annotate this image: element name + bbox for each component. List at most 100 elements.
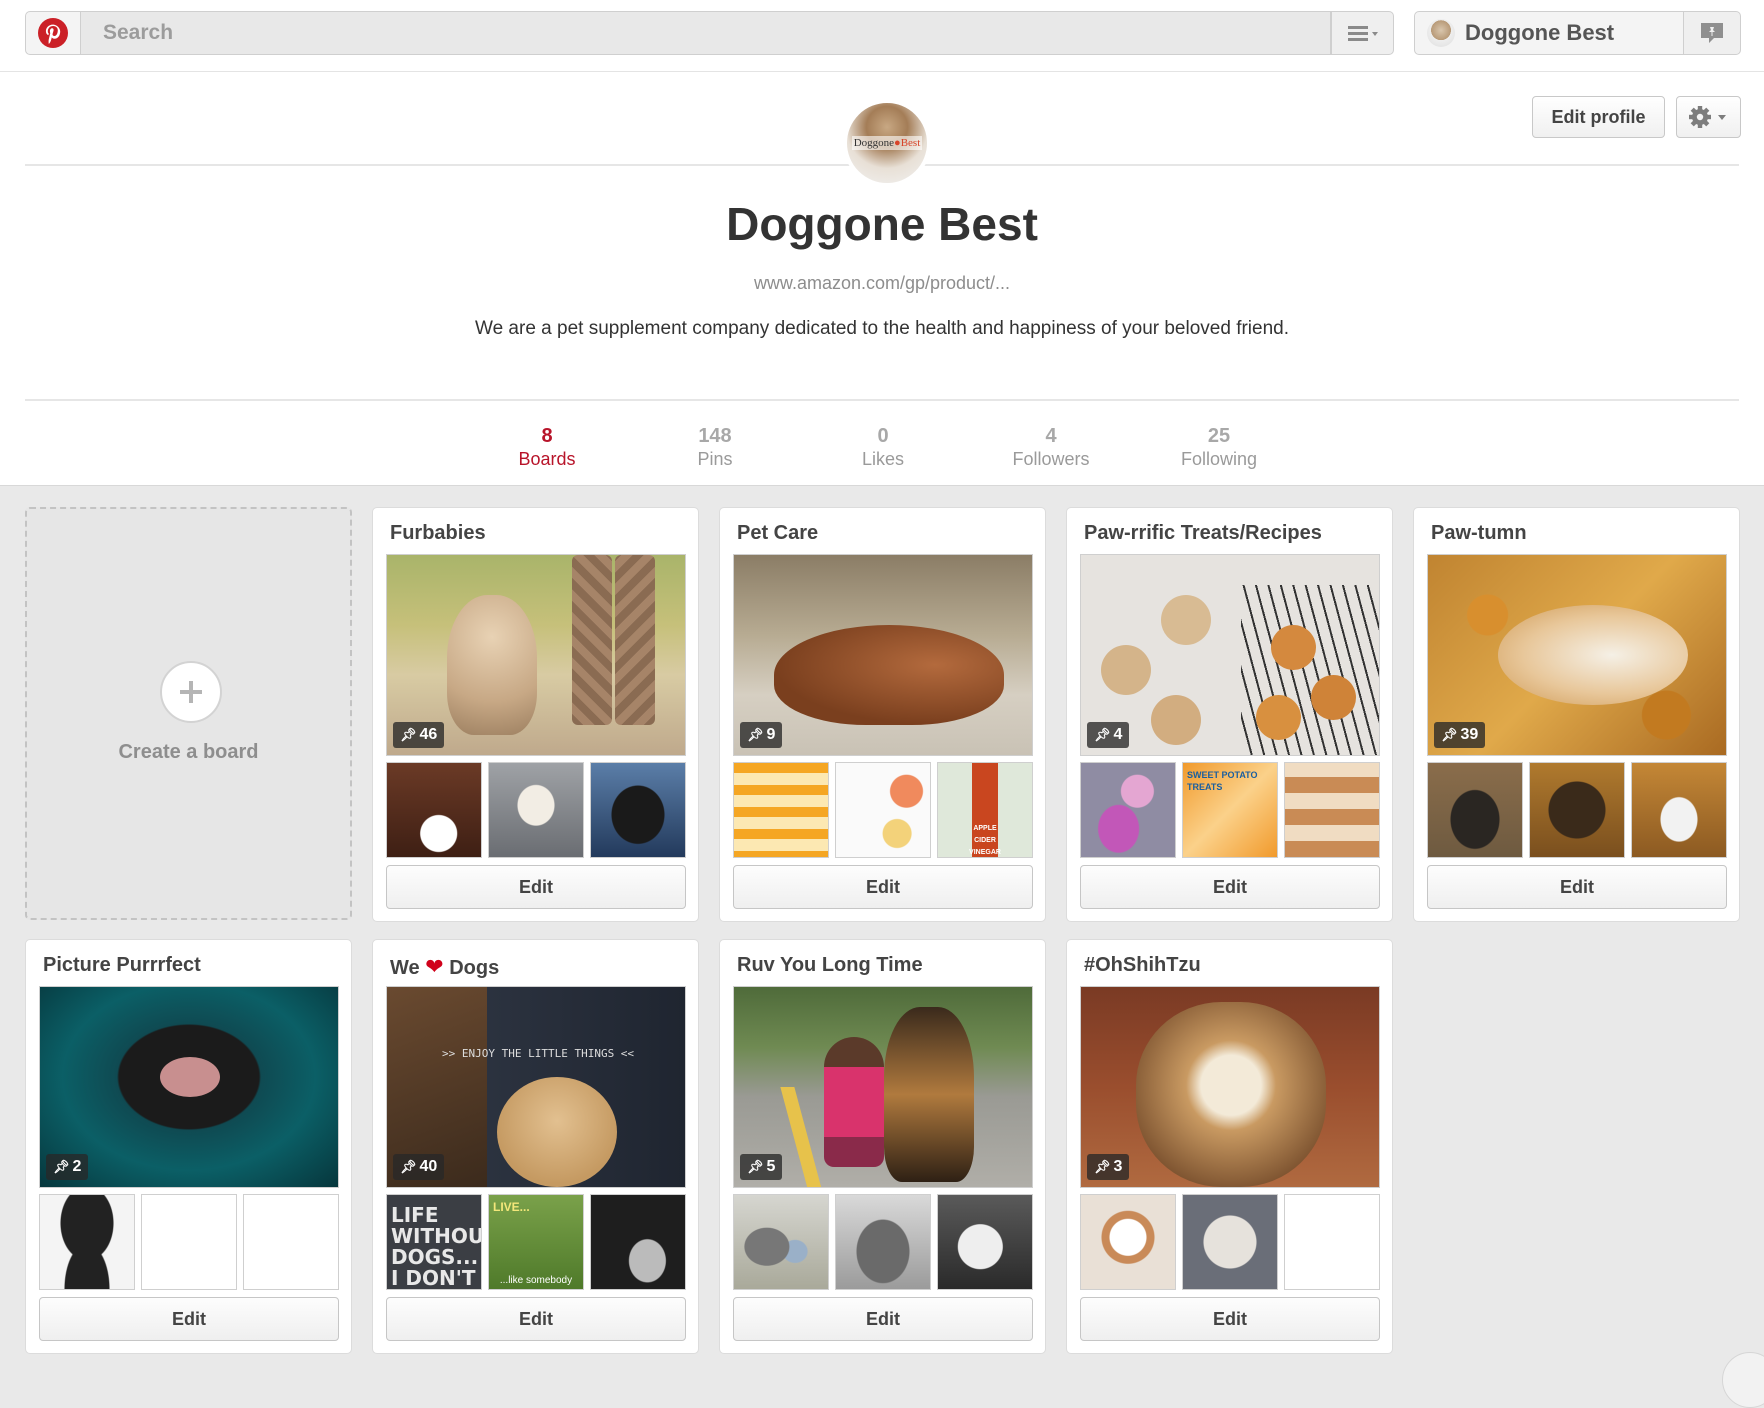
board-thumbnail[interactable] [1631,762,1727,858]
tab-boards[interactable]: 8 Boards [477,424,617,470]
edit-board-button[interactable]: Edit [386,865,686,909]
board-thumbnail[interactable] [835,762,931,858]
pin-count-badge: 📌︎ 40 [393,1154,445,1180]
board-card-furbabies: Furbabies 📌︎ 46 Edit [372,507,699,922]
profile-website-link[interactable]: www.amazon.com/gp/product/... [0,273,1764,294]
plus-icon [180,681,202,703]
avatar-text: Doggone [853,137,895,149]
board-title[interactable]: We ❤ Dogs [390,954,499,980]
board-thumbnail[interactable] [39,1194,135,1290]
edit-board-button[interactable]: Edit [733,1297,1033,1341]
board-thumbnail[interactable] [590,1194,686,1290]
tab-pins[interactable]: 148 Pins [645,424,785,470]
board-title[interactable]: Paw-rrific Treats/Recipes [1084,522,1322,545]
search-input[interactable] [81,12,1330,54]
likes-label: Likes [861,449,905,469]
edit-board-button[interactable]: Edit [1080,865,1380,909]
board-thumbnail-empty [141,1194,237,1290]
board-card-we-love-dogs: We ❤ Dogs >> ENJOY THE LITTLE THINGS << … [372,939,699,1354]
board-thumbnail[interactable] [590,762,686,858]
following-label: Following [1180,449,1258,469]
divider [25,399,1739,401]
edit-board-button[interactable]: Edit [1080,1297,1380,1341]
board-thumbnail[interactable] [733,762,829,858]
thumbnail-text: ...like somebody [499,1275,573,1286]
settings-button[interactable] [1676,96,1741,138]
board-cover-image[interactable]: 📌︎ 46 [386,554,686,756]
board-thumbnail[interactable] [1427,762,1523,858]
board-thumbnail[interactable] [488,762,584,858]
board-cover-image[interactable]: 📌︎ 39 [1427,554,1727,756]
edit-board-button[interactable]: Edit [386,1297,686,1341]
board-thumbnail[interactable] [1080,762,1176,858]
edit-board-button[interactable]: Edit [39,1297,339,1341]
pin-count: 46 [419,726,438,743]
board-thumbnail[interactable] [835,1194,931,1290]
create-board-card[interactable]: Create a board [25,507,352,920]
pin-count-badge: 📌︎ 3 [1087,1154,1130,1180]
edit-board-button[interactable]: Edit [733,865,1033,909]
board-cover-image[interactable]: >> ENJOY THE LITTLE THINGS << 📌︎ 40 [386,986,686,1188]
pin-icon: 📌︎ [400,1159,417,1174]
pin-count: 3 [1113,1158,1123,1175]
pinterest-logo-icon [38,18,68,48]
board-cover-image[interactable]: 📌︎ 2 [39,986,339,1188]
followers-label: Followers [1012,449,1090,469]
edit-board-button[interactable]: Edit [1427,865,1727,909]
pin-icon: 📌︎ [53,1159,70,1174]
board-thumbnail[interactable] [1182,1194,1278,1290]
board-title[interactable]: Pet Care [737,522,818,545]
board-thumbnail[interactable] [1080,1194,1176,1290]
top-navigation-bar: Doggone Best [0,0,1764,72]
board-title[interactable]: Paw-tumn [1431,522,1527,545]
pin-count: 2 [72,1158,82,1175]
thumbnail-text: SWEET POTATO TREATS [1187,770,1258,792]
profile-avatar: Doggone●Best [843,99,931,187]
search-bar [81,11,1331,55]
add-board-button[interactable] [160,661,222,723]
board-title[interactable]: Picture Purrrfect [43,954,201,977]
board-card-paw-rrific-treats: Paw-rrific Treats/Recipes 📌︎ 4 SWEET POTA… [1066,507,1393,922]
board-thumbnail[interactable]: SWEET POTATO TREATS [1182,762,1278,858]
board-thumbnail-empty [1284,1194,1380,1290]
pin-icon: 📌︎ [747,727,764,742]
board-cover-image[interactable]: 📌︎ 9 [733,554,1033,756]
categories-menu-button[interactable] [1331,11,1394,55]
tab-following[interactable]: 25 Following [1149,424,1289,470]
board-thumbnail[interactable]: LIVE... ...like somebody [488,1194,584,1290]
board-title[interactable]: #OhShihTzu [1084,954,1201,977]
board-thumbnail[interactable]: APPLE CIDER VINEGAR [937,762,1033,858]
board-cover-image[interactable]: 📌︎ 3 [1080,986,1380,1188]
board-title[interactable]: Furbabies [390,522,486,545]
pin-count-badge: 📌︎ 2 [46,1154,89,1180]
board-cover-image[interactable]: 📌︎ 5 [733,986,1033,1188]
board-card-picture-purrrfect: Picture Purrrfect 📌︎ 2 Edit [25,939,352,1354]
avatar [1427,19,1455,47]
edit-profile-button[interactable]: Edit profile [1532,96,1665,138]
pin-count-badge: 📌︎ 46 [393,722,445,748]
board-thumbnail[interactable] [1284,762,1380,858]
following-count: 25 [1207,425,1231,447]
board-thumbnail[interactable] [733,1194,829,1290]
tab-followers[interactable]: 4 Followers [981,424,1121,470]
board-cover-image[interactable]: 📌︎ 4 [1080,554,1380,756]
pin-icon: 📌︎ [1094,727,1111,742]
pin-count: 5 [766,1158,776,1175]
board-thumbnail[interactable] [1529,762,1625,858]
tab-likes[interactable]: 0 Likes [813,424,953,470]
board-card-ruv-you-long-time: Ruv You Long Time 📌︎ 5 Edit [719,939,1046,1354]
add-pin-button[interactable] [1722,1352,1764,1408]
board-thumbnail[interactable]: LIFE WITHOUT DOGS... I DON'T [386,1194,482,1290]
pinterest-logo-button[interactable] [25,11,81,55]
board-title[interactable]: Ruv You Long Time [737,954,923,977]
create-board-label: Create a board [118,741,259,763]
likes-count: 0 [877,425,889,447]
profile-header: Doggone●Best Edit profile Doggone Best w… [0,72,1764,486]
user-profile-button[interactable]: Doggone Best [1414,11,1684,55]
profile-name: Doggone Best [726,198,1038,250]
user-name: Doggone Best [1465,20,1615,45]
board-thumbnail[interactable] [937,1194,1033,1290]
boards-label: Boards [518,449,576,469]
notifications-button[interactable] [1684,11,1741,55]
board-thumbnail[interactable] [386,762,482,858]
